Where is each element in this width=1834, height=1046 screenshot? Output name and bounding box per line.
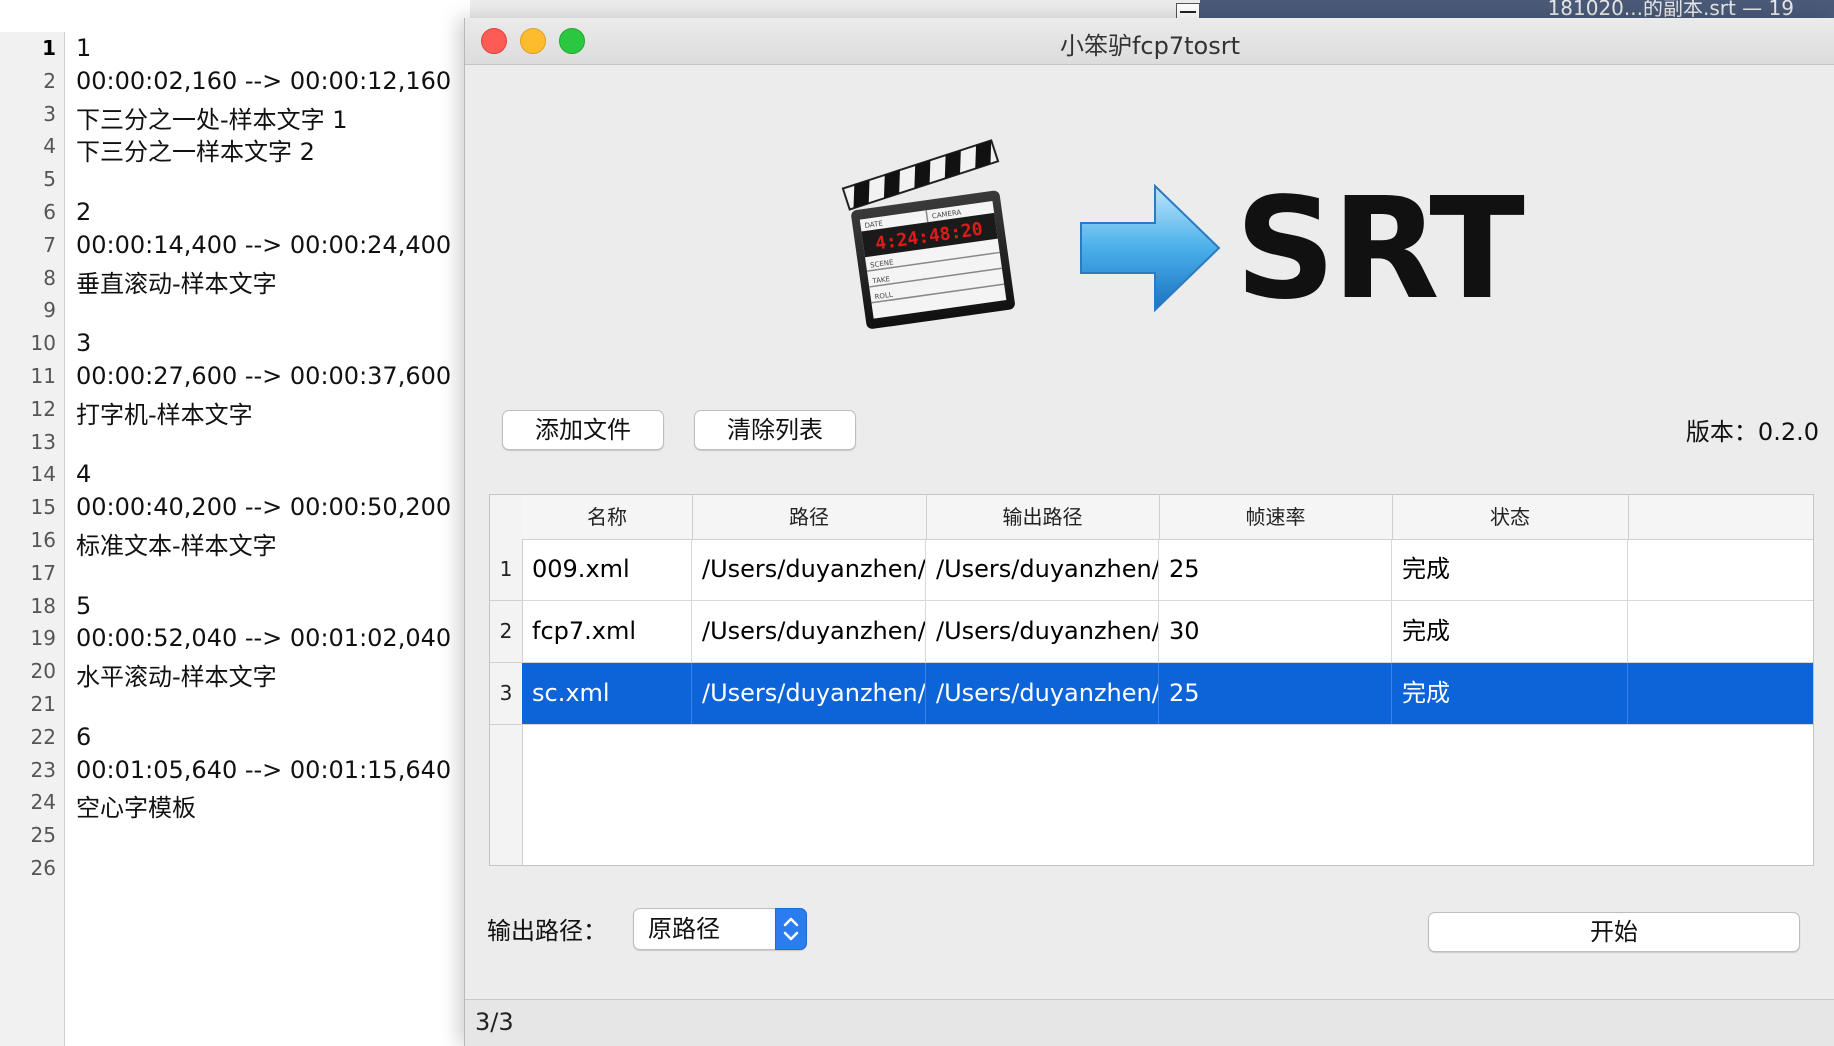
cell-path: /Users/duyanzhen/... [692,663,926,724]
editor-line[interactable]: 00:00:27,600 --> 00:00:37,600 [76,362,451,390]
line-number: 7 [43,232,56,257]
app-window: 小笨驴fcp7tosrt 4:24:48:20 DATE CAMERA SCEN… [464,18,1834,1046]
line-number: 23 [30,757,56,782]
editor-line[interactable]: 1 [76,34,91,62]
table-row[interactable]: 009.xml /Users/duyanzhen/... /Users/duya… [522,539,1813,601]
cell-frame-rate: 30 [1159,601,1392,662]
cell-frame-rate: 25 [1159,663,1392,724]
row-number[interactable]: 3 [490,663,522,725]
status-bar: 3/3 [465,999,1834,1046]
window-titlebar[interactable]: 小笨驴fcp7tosrt [465,18,1834,65]
column-header-output-path[interactable]: 输出路径 [926,495,1160,539]
editor-line[interactable]: 下三分之一样本文字 2 [76,132,315,167]
cell-status: 完成 [1392,539,1628,600]
cell-output-path: /Users/duyanzhen/... [926,601,1159,662]
table-row[interactable]: fcp7.xml /Users/duyanzhen/... /Users/duy… [522,601,1813,663]
line-number: 6 [43,200,56,224]
cell-output-path: /Users/duyanzhen/... [926,539,1159,600]
editor-line[interactable]: 6 [76,723,91,751]
output-path-select[interactable]: 原路径 [633,908,807,950]
cell-name: 009.xml [522,539,692,600]
line-number: 20 [30,659,56,684]
editor-line[interactable]: 00:01:05,640 --> 00:01:15,640 [76,756,451,784]
table-row-selected[interactable]: sc.xml /Users/duyanzhen/... /Users/duyan… [522,663,1813,725]
editor-line[interactable]: 水平滚动-样本文字 [76,657,277,692]
status-text: 3/3 [475,1008,514,1036]
column-header-path[interactable]: 路径 [692,495,927,539]
line-number: 4 [43,134,56,159]
line-number: 24 [30,790,56,815]
editor-line[interactable]: 00:00:52,040 --> 00:01:02,040 [76,624,451,652]
arrow-right-icon [1080,183,1221,313]
cell-path: /Users/duyanzhen/... [692,539,926,600]
line-number: 25 [30,823,56,848]
editor-line[interactable]: 00:00:40,200 --> 00:00:50,200 [76,493,451,521]
cell-frame-rate: 25 [1159,539,1392,600]
line-number: 16 [30,528,56,552]
cell-status: 完成 [1392,601,1628,662]
editor-line[interactable]: 打字机-样本文字 [76,395,253,430]
line-number: 5 [43,167,56,192]
column-header-status[interactable]: 状态 [1392,495,1629,539]
text-editor[interactable]: 1 2 3 4 5 6 7 8 9 10 11 12 13 14 15 16 17 18 19 20 21 22 23 24 2… [0,0,470,1046]
cell-output-path: /Users/duyanzhen/... [926,663,1159,724]
line-number: 15 [30,495,56,520]
file-table[interactable]: 名称 路径 输出路径 帧速率 状态 1 009.xml /Users/duyan… [489,494,1814,866]
srt-logo-text: SRT [1235,168,1525,331]
line-number: 14 [30,462,56,487]
editor-line[interactable]: 标准文本-样本文字 [76,526,277,561]
line-number: 2 [43,68,56,93]
cell-name: fcp7.xml [522,601,692,662]
start-button[interactable]: 开始 [1428,912,1800,952]
line-number: 18 [30,593,56,618]
version-label: 版本：0.2.0 [1685,418,1819,446]
app-logo: 4:24:48:20 DATE CAMERA SCENE TAKE ROLL S… [835,138,1555,348]
up-down-chevron-icon[interactable] [775,908,807,950]
line-number: 3 [43,101,56,126]
background-window-title: 181020...的副本.srt — 19 [1200,0,1834,20]
line-number: 13 [30,429,56,454]
editor-line[interactable]: 空心字模板 [76,788,196,823]
editor-line[interactable]: 3 [76,329,91,357]
output-path-label: 输出路径： [487,917,607,945]
line-number: 8 [43,265,56,290]
editor-line[interactable]: 00:00:02,160 --> 00:00:12,160 [76,67,451,95]
line-number-gutter: 1 2 3 4 5 6 7 8 9 10 11 12 13 14 15 16 17 18 19 20 21 22 23 24 2… [0,32,65,1046]
window-title: 小笨驴fcp7tosrt [1059,32,1241,60]
clapperboard-icon: 4:24:48:20 DATE CAMERA SCENE TAKE ROLL [841,139,1015,329]
editor-line[interactable]: 5 [76,592,91,620]
line-number: 26 [30,856,56,880]
line-number: 9 [43,298,56,323]
line-number: 1 [42,36,56,60]
column-header-name[interactable]: 名称 [522,495,693,539]
line-number: 21 [30,692,56,716]
editor-line[interactable]: 垂直滚动-样本文字 [76,264,277,299]
table-header: 名称 路径 输出路径 帧速率 状态 [522,495,1813,540]
line-number: 22 [30,724,56,749]
cell-name: sc.xml [522,663,692,724]
row-number[interactable]: 1 [490,539,522,601]
editor-line[interactable]: 2 [76,198,91,226]
editor-line[interactable]: 4 [76,460,91,488]
editor-line[interactable]: 00:00:14,400 --> 00:00:24,400 [76,231,451,259]
line-number: 17 [30,560,56,585]
cell-status: 完成 [1392,663,1628,724]
line-number: 12 [30,396,56,421]
cell-path: /Users/duyanzhen/... [692,601,926,662]
line-number: 11 [30,364,56,388]
column-header-frame-rate[interactable]: 帧速率 [1159,495,1393,539]
editor-line[interactable]: 下三分之一处-样本文字 1 [76,100,348,135]
row-number[interactable]: 2 [490,601,522,663]
line-number: 10 [30,331,56,356]
add-file-button[interactable]: 添加文件 [502,410,664,450]
clear-list-button[interactable]: 清除列表 [694,410,856,450]
line-number: 19 [30,626,56,651]
output-path-select-value: 原路径 [648,915,720,943]
